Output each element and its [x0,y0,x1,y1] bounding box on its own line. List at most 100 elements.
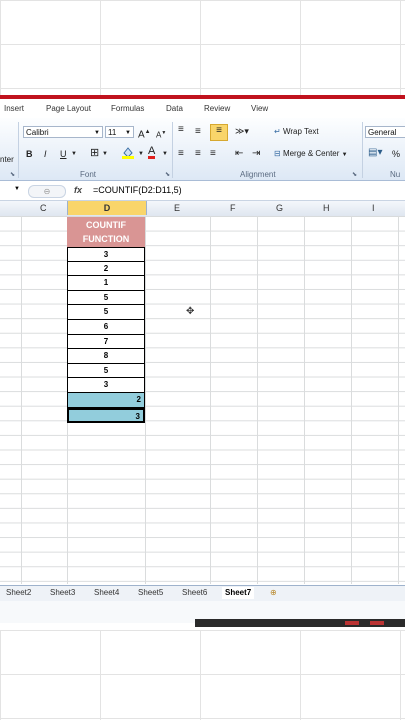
grid-line [398,216,399,584]
value-cell[interactable]: 5 [67,290,145,306]
grid-line [257,216,258,584]
formula-bar-toggle[interactable]: ⊖ [28,185,66,198]
ribbon-separator [172,122,173,178]
result-cell[interactable]: 2 [67,393,145,408]
value-cell[interactable]: 3 [67,378,145,393]
header-line-2: FUNCTION [82,234,130,244]
value-cell[interactable]: 1 [67,276,145,291]
shrink-font-button[interactable]: A▼ [156,127,166,142]
tab-data[interactable]: Data [166,104,183,113]
grid-line [21,216,22,584]
column-headers: C D E F G H I [0,201,405,217]
title-bar-accent [0,95,405,99]
column-header-g[interactable]: G [276,203,283,213]
group-label-alignment: Alignment [240,170,276,179]
font-name-combo[interactable]: Calibri ▼ [23,126,103,138]
fill-color-icon[interactable] [121,146,135,159]
align-right-icon[interactable]: ≡ [210,148,216,160]
chevron-down-icon: ▼ [125,130,131,136]
sheet-tab-sheet3[interactable]: Sheet3 [50,588,75,597]
ribbon-tabs: Insert Page Layout Formulas Data Review … [0,100,405,118]
tab-insert[interactable]: Insert [4,104,24,113]
increase-indent-icon[interactable]: ⇥ [252,148,260,160]
result-cell[interactable]: 3 [67,407,145,424]
column-header-i[interactable]: I [372,203,375,213]
chevron-down-icon: ▼ [94,130,100,136]
wrap-text-button[interactable]: ↵ Wrap Text [274,126,319,138]
cursor-crosshair-icon: ✥ [186,306,195,317]
sheet-tab-sheet6[interactable]: Sheet6 [182,588,207,597]
value-cell[interactable]: 5 [67,305,145,320]
font-color-button[interactable]: A [148,146,156,159]
column-header-e[interactable]: E [174,203,180,213]
tab-page-layout[interactable]: Page Layout [46,104,91,113]
group-label-number: Nu [390,170,401,179]
merge-center-button[interactable]: ⊟ Merge & Center ▼ [274,148,348,161]
value-cell[interactable]: 5 [67,363,145,379]
countif-header-cell[interactable]: COUNTIF FUNCTION [67,217,145,247]
font-name-value: Calibri [26,128,49,137]
chevron-down-icon[interactable]: ▼ [138,148,144,160]
chevron-down-icon[interactable]: ▼ [71,148,77,160]
worksheet-grid[interactable] [0,216,405,584]
number-format-combo[interactable]: General [365,126,405,138]
underline-button[interactable]: U [60,148,67,160]
taskbar-strip [195,619,405,627]
bold-button[interactable]: B [26,148,33,160]
chevron-down-icon[interactable]: ▼ [162,148,168,160]
value-cell[interactable]: 6 [67,320,145,335]
column-header-c[interactable]: C [40,203,47,213]
fx-icon[interactable]: fx [74,185,82,195]
italic-button[interactable]: I [44,148,47,160]
name-box-dropdown-icon[interactable]: ▼ [14,186,20,192]
tab-formulas[interactable]: Formulas [111,104,144,113]
accounting-format-icon[interactable]: ▤▾ [368,147,382,159]
orientation-icon[interactable]: ≫▾ [235,125,249,137]
wrap-text-icon: ↵ [274,127,281,136]
align-left-icon[interactable]: ≡ [178,148,184,160]
column-header-h[interactable]: H [323,203,330,213]
dialog-launcher-icon[interactable]: ⬊ [10,171,15,178]
align-top-icon[interactable]: ≡ [178,124,184,136]
grid-line [145,216,146,584]
dialog-launcher-icon[interactable]: ⬊ [352,171,357,178]
group-label-font: Font [80,170,97,179]
grid-line [210,216,211,584]
column-header-d[interactable]: D [67,201,147,215]
borders-icon[interactable]: ⊞ [90,147,99,159]
align-center-icon[interactable]: ≡ [195,148,201,160]
value-cell[interactable]: 3 [67,247,145,262]
formula-bar: ▼ ⊖ fx =COUNTIF(D2:D11,5) [0,182,405,201]
column-header-f[interactable]: F [230,203,236,213]
grid-line [304,216,305,584]
ribbon-separator [18,122,19,178]
sheet-tab-sheet5[interactable]: Sheet5 [138,588,163,597]
insert-sheet-icon[interactable]: ⊕ [270,588,277,597]
grid-line [351,216,352,584]
merge-center-icon: ⊟ [274,149,281,158]
percent-button[interactable]: % [392,148,400,160]
value-cell[interactable]: 7 [67,334,145,350]
taskbar-item [370,621,384,625]
sheet-tab-sheet4[interactable]: Sheet4 [94,588,119,597]
center-button-partial[interactable]: nter [0,154,14,166]
background-grid-top [0,0,405,95]
grow-font-button[interactable]: A▲ [138,126,151,141]
ribbon: nter Calibri ▼ 11 ▼ A▲ A▼ B I U ▼ ⊞ ▼ ▼ … [0,118,405,181]
formula-input[interactable]: =COUNTIF(D2:D11,5) [93,185,182,195]
font-size-combo[interactable]: 11 ▼ [105,126,134,138]
taskbar-item [345,621,359,625]
dialog-launcher-icon[interactable]: ⬊ [165,171,170,178]
align-middle-icon[interactable]: ≡ [195,126,201,138]
sheet-tab-sheet2[interactable]: Sheet2 [6,588,31,597]
tab-view[interactable]: View [251,104,268,113]
value-cell[interactable]: 8 [67,349,145,364]
tab-review[interactable]: Review [204,104,230,113]
chevron-down-icon[interactable]: ▼ [102,148,108,160]
header-line-1: COUNTIF [86,220,126,230]
font-size-value: 11 [108,128,117,137]
sheet-tab-sheet7[interactable]: Sheet7 [222,587,255,599]
align-bottom-icon[interactable]: ≡ [210,124,228,141]
decrease-indent-icon[interactable]: ⇤ [235,148,243,160]
value-cell[interactable]: 2 [67,261,145,277]
